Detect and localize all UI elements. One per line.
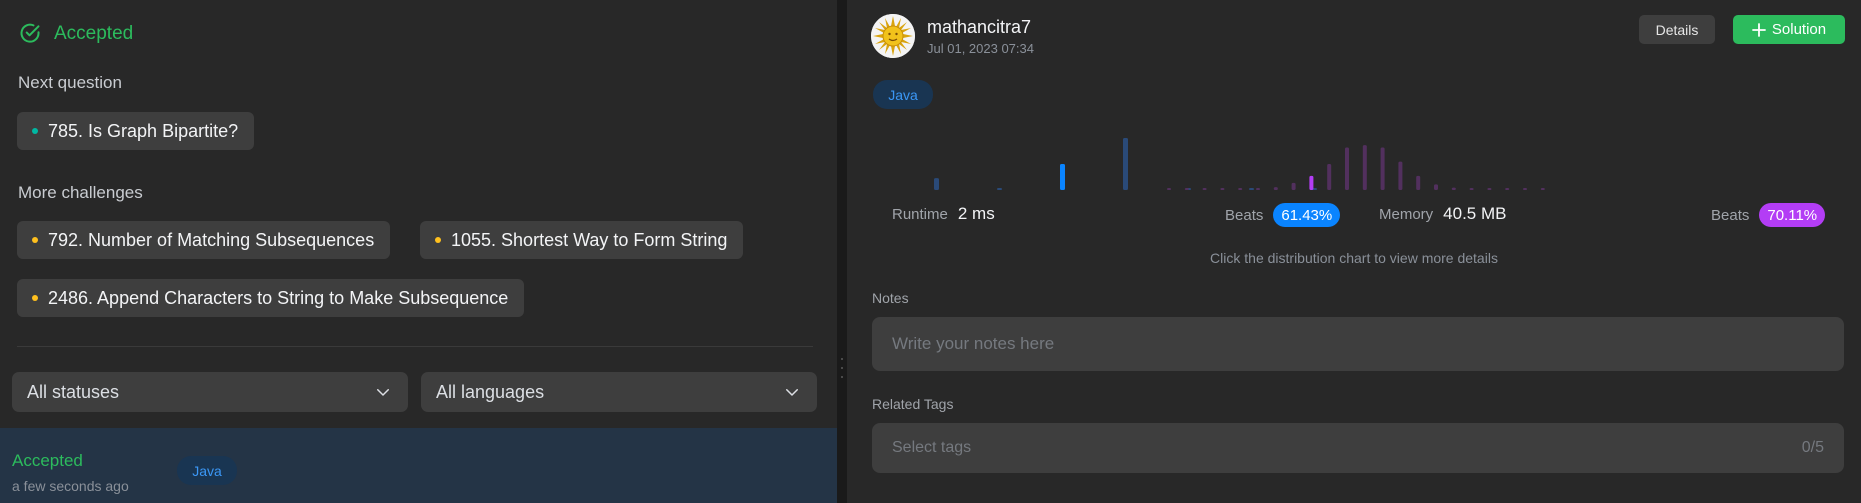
more-challenges-label: More challenges	[18, 183, 143, 202]
next-question-title: 785. Is Graph Bipartite?	[48, 120, 239, 141]
memory-distribution-bar[interactable]	[1487, 188, 1492, 190]
memory-distribution-bar[interactable]	[1523, 188, 1527, 190]
memory-distribution-bar[interactable]	[1309, 175, 1314, 190]
submission-date: Jul 01, 2023 07:34	[927, 41, 1034, 56]
submission-status: Accepted	[12, 451, 83, 470]
memory-distribution-bar[interactable]	[1220, 188, 1225, 190]
memory-metric: Memory 40.5 MB	[1379, 204, 1506, 224]
left-pane: Accepted Next question 785. Is Graph Bip…	[0, 0, 837, 503]
challenge-title: 792. Number of Matching Subsequences	[48, 229, 375, 250]
memory-distribution-bar[interactable]	[1362, 145, 1367, 190]
memory-distribution-bar[interactable]	[1184, 188, 1189, 190]
solution-button-label: Solution	[1771, 21, 1827, 38]
sun-avatar-icon	[871, 14, 915, 58]
related-tags-label: Related Tags	[872, 396, 954, 412]
status-filter-select[interactable]: All statuses	[12, 372, 408, 412]
chevron-down-icon	[377, 389, 389, 396]
right-pane: mathancitra7 Jul 01, 2023 07:34 Details …	[847, 0, 1861, 503]
memory-distribution-bar[interactable]	[1380, 147, 1385, 190]
pane-resize-handle[interactable]	[837, 0, 847, 503]
memory-distribution-bar[interactable]	[1416, 175, 1421, 190]
memory-distribution-bar[interactable]	[1273, 187, 1278, 190]
notes-label: Notes	[872, 290, 909, 306]
check-circle-icon	[20, 23, 40, 43]
language-filter-select[interactable]: All languages	[421, 372, 817, 412]
submission-language-badge: Java	[177, 456, 237, 485]
memory-distribution-bar[interactable]	[1291, 182, 1296, 190]
username[interactable]: mathancitra7	[927, 17, 1031, 38]
challenge-chip[interactable]: 2486. Append Characters to String to Mak…	[17, 279, 525, 317]
distribution-hint: Click the distribution chart to view mor…	[1210, 250, 1498, 266]
memory-distribution-bar[interactable]	[1345, 147, 1349, 190]
distribution-charts[interactable]	[847, 128, 1861, 194]
memory-distribution-bar[interactable]	[1469, 188, 1474, 190]
challenge-chip[interactable]: 1055. Shortest Way to Form String	[420, 221, 744, 259]
tags-count: 0/5	[1801, 439, 1824, 456]
memory-distribution-bar[interactable]	[1238, 188, 1243, 190]
difficulty-dot	[32, 237, 38, 243]
plus-icon	[1751, 22, 1766, 37]
drag-grip-icon	[840, 358, 844, 378]
difficulty-dot	[435, 237, 441, 243]
runtime-beats: Beats 61.43%	[1225, 203, 1341, 227]
notes-placeholder: Write your notes here	[892, 334, 1055, 353]
language-badge: Java	[873, 80, 933, 109]
tags-select[interactable]: Select tags 0/5	[872, 423, 1844, 473]
memory-distribution-bar[interactable]	[1256, 188, 1260, 190]
divider	[17, 346, 813, 347]
difficulty-dot	[32, 128, 38, 134]
tags-placeholder: Select tags	[892, 439, 972, 456]
memory-distribution-bar[interactable]	[1540, 188, 1545, 190]
memory-distribution-bar[interactable]	[1398, 161, 1403, 190]
runtime-beats-badge: 61.43%	[1273, 203, 1341, 227]
runtime-distribution-bar[interactable]	[1123, 138, 1128, 190]
solution-button[interactable]: Solution	[1733, 15, 1845, 44]
submission-time: a few seconds ago	[12, 478, 129, 494]
next-question-chip[interactable]: 785. Is Graph Bipartite?	[17, 112, 255, 150]
status-filter-value: All statuses	[27, 381, 120, 402]
memory-beats-badge: 70.11%	[1759, 203, 1826, 227]
result-header: Accepted	[18, 22, 133, 46]
runtime-distribution-bar[interactable]	[1249, 188, 1254, 190]
runtime-distribution-bar[interactable]	[1060, 164, 1065, 190]
runtime-metric: Runtime 2 ms	[892, 204, 995, 224]
memory-distribution-bar[interactable]	[1451, 187, 1456, 190]
runtime-value: 2 ms	[957, 204, 995, 223]
memory-distribution-bar[interactable]	[1434, 184, 1438, 190]
runtime-beats-label: Beats	[1225, 206, 1264, 224]
memory-distribution-bar[interactable]	[1327, 164, 1332, 190]
runtime-label: Runtime	[892, 205, 948, 223]
difficulty-dot	[32, 295, 38, 301]
challenge-chip[interactable]: 792. Number of Matching Subsequences	[17, 221, 391, 259]
details-button[interactable]: Details	[1639, 15, 1715, 44]
memory-distribution-bar[interactable]	[1202, 188, 1207, 190]
submission-row[interactable]: Accepted a few seconds ago Java	[0, 428, 837, 503]
language-filter-value: All languages	[436, 381, 545, 402]
memory-beats: Beats 70.11%	[1711, 203, 1826, 227]
memory-beats-label: Beats	[1711, 206, 1750, 224]
chevron-down-icon	[786, 389, 798, 396]
result-status: Accepted	[54, 23, 134, 44]
memory-distribution-bar[interactable]	[1505, 188, 1510, 190]
challenge-title: 2486. Append Characters to String to Mak…	[48, 287, 509, 308]
notes-input[interactable]: Write your notes here	[872, 317, 1844, 371]
runtime-distribution-bar[interactable]	[997, 188, 1002, 190]
memory-value: 40.5 MB	[1443, 204, 1507, 223]
memory-label: Memory	[1379, 205, 1434, 223]
runtime-distribution-bar[interactable]	[934, 178, 939, 190]
challenge-title: 1055. Shortest Way to Form String	[451, 229, 728, 250]
next-question-label: Next question	[18, 73, 122, 92]
user-avatar[interactable]	[871, 14, 915, 58]
memory-distribution-bar[interactable]	[1167, 188, 1171, 190]
